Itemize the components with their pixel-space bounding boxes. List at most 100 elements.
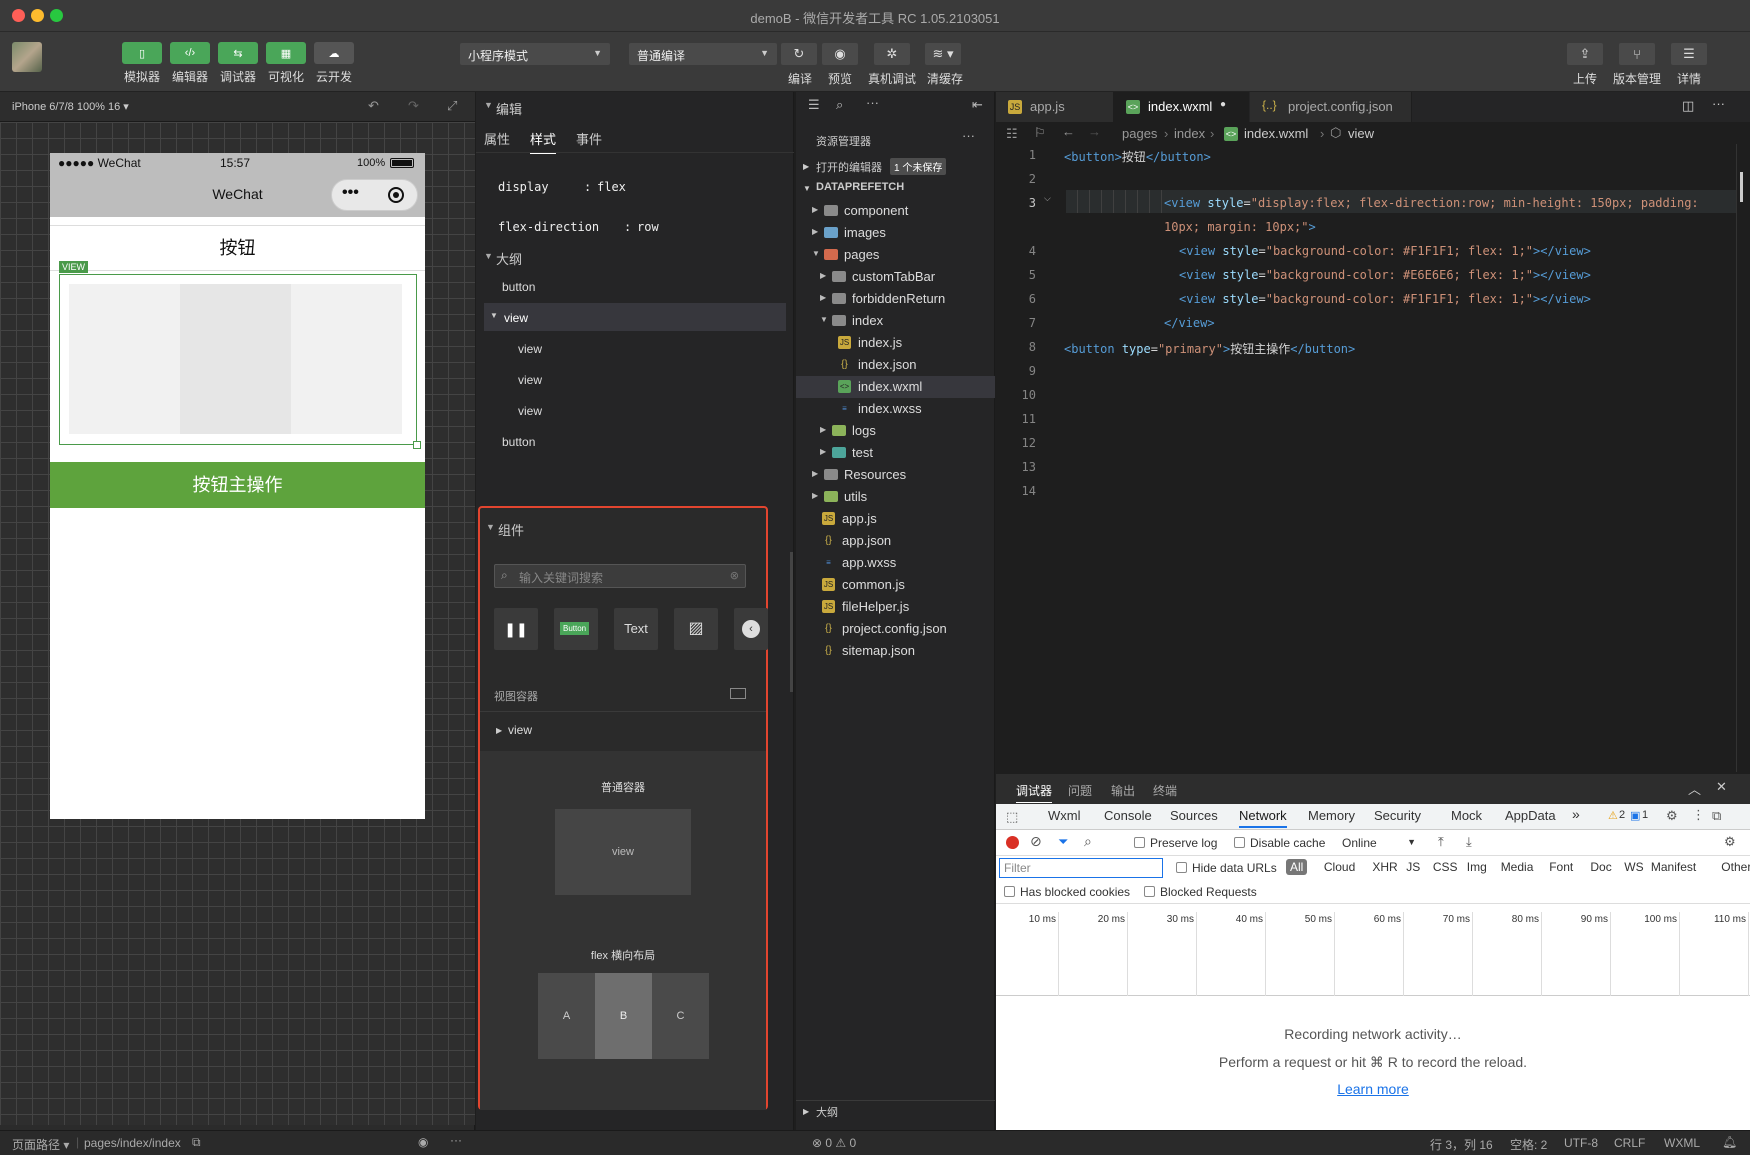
list-icon[interactable]: ☷: [1006, 126, 1018, 142]
outline-node[interactable]: view: [518, 404, 542, 418]
compile-select[interactable]: 普通编译 ▼: [629, 43, 777, 65]
normal-container-card[interactable]: view: [555, 809, 691, 895]
network-timeline[interactable]: 10 ms 20 ms 30 ms 40 ms 50 ms 60 ms 70 ms 80 ms…: [996, 912, 1750, 996]
file-tree-item[interactable]: {} sitemap.json: [796, 640, 995, 662]
more-icon[interactable]: •••: [342, 184, 359, 202]
button-component[interactable]: Button: [554, 608, 598, 650]
mode-select[interactable]: 小程序模式 ▼: [460, 43, 610, 65]
page-path-select[interactable]: 页面路径 ▾: [12, 1136, 69, 1153]
file-tree-item[interactable]: ▶ images: [796, 222, 995, 244]
type-filter-js[interactable]: JS: [1406, 860, 1420, 874]
fit-icon[interactable]: ⤢: [447, 98, 457, 114]
gear-icon[interactable]: ⚙: [1724, 834, 1736, 850]
flex-child-3[interactable]: [291, 284, 402, 434]
bell-icon[interactable]: 🔔︎: [1722, 1135, 1737, 1149]
debugger-button[interactable]: ⇆ 调试器: [218, 42, 258, 88]
copy-icon[interactable]: ⧉: [192, 1135, 201, 1150]
tab-events[interactable]: 事件: [576, 129, 602, 148]
scrollbar[interactable]: [1736, 144, 1750, 772]
selected-view[interactable]: VIEW: [59, 261, 421, 449]
preview-button[interactable]: ◉: [822, 43, 858, 65]
component-search-input[interactable]: ⌕ 输入关键词搜索 ⊗: [494, 564, 746, 588]
search-icon[interactable]: ⌕: [1084, 833, 1092, 850]
file-tree-item[interactable]: ≡ app.wxss: [796, 552, 995, 574]
file-tree-item[interactable]: ▶ test: [796, 442, 995, 464]
tab-debugger[interactable]: 调试器: [1016, 782, 1053, 803]
tab-sources[interactable]: Sources: [1170, 808, 1218, 823]
type-filter-ws[interactable]: WS: [1624, 860, 1643, 874]
tab-index-wxml[interactable]: <> index.wxml ●: [1114, 92, 1250, 122]
flex-child-1[interactable]: [69, 284, 180, 434]
type-filter-cloud[interactable]: Cloud: [1324, 860, 1355, 874]
back-icon[interactable]: ‹: [734, 608, 768, 650]
gear-icon[interactable]: ⚙: [1666, 808, 1678, 824]
more-icon[interactable]: ···: [866, 95, 879, 110]
tab-wxml[interactable]: Wxml: [1048, 808, 1081, 823]
unsaved-dot-icon[interactable]: ●: [1220, 99, 1226, 110]
tab-network[interactable]: Network: [1239, 808, 1287, 828]
simulator-button[interactable]: ▯ 模拟器: [122, 42, 162, 88]
type-filter-xhr[interactable]: XHR: [1372, 860, 1397, 874]
disable-cache-checkbox[interactable]: Disable cache: [1234, 836, 1325, 850]
view-item[interactable]: view: [508, 723, 532, 737]
clear-icon[interactable]: ⊗: [730, 569, 739, 582]
compile-button[interactable]: ↻: [781, 43, 817, 65]
record-icon[interactable]: [1006, 836, 1019, 849]
clear-cache-button[interactable]: ≋ ▾: [925, 43, 961, 65]
type-filter-font[interactable]: Font: [1549, 860, 1573, 874]
file-tree-item[interactable]: {} index.json: [796, 354, 995, 376]
import-icon[interactable]: ⤒: [1438, 834, 1444, 850]
file-tree-item[interactable]: ▼ index: [796, 310, 995, 332]
file-tree-item[interactable]: {} project.config.json: [796, 618, 995, 640]
bookmark-icon[interactable]: ⚐: [1034, 125, 1046, 141]
hide-data-urls-checkbox[interactable]: Hide data URLs: [1176, 861, 1277, 875]
tab-memory[interactable]: Memory: [1308, 808, 1355, 823]
version-button[interactable]: ⑂: [1619, 43, 1655, 65]
tab-console[interactable]: Console: [1104, 808, 1152, 823]
tab-problems[interactable]: 问题: [1068, 782, 1092, 799]
flex-child-2[interactable]: [180, 284, 291, 434]
split-editor-icon[interactable]: ◫: [1682, 98, 1694, 114]
outline-node[interactable]: button: [502, 435, 535, 449]
flex-cell[interactable]: B: [595, 973, 652, 1059]
tab-styles[interactable]: 样式: [530, 129, 557, 154]
more-icon[interactable]: ···: [962, 128, 975, 143]
type-filter-other[interactable]: Other: [1721, 860, 1750, 874]
export-icon[interactable]: ⤓: [1466, 834, 1472, 850]
close-icon[interactable]: ✕: [1716, 779, 1727, 795]
tab-security[interactable]: Security: [1374, 808, 1421, 823]
back-arrow-icon[interactable]: ←: [1062, 124, 1075, 139]
file-tree-item[interactable]: ▶ component: [796, 200, 995, 222]
fold-icon[interactable]: ⌵: [1044, 193, 1051, 204]
file-tree-item[interactable]: ▶ utils: [796, 486, 995, 508]
filter-input[interactable]: Filter: [999, 858, 1163, 878]
image-icon[interactable]: ▨: [674, 608, 718, 650]
file-tree-item[interactable]: JS common.js: [796, 574, 995, 596]
avatar[interactable]: [12, 42, 42, 72]
file-tree-item[interactable]: JS fileHelper.js: [796, 596, 995, 618]
capsule-button[interactable]: •••: [331, 179, 418, 211]
file-tree-item[interactable]: ≡ index.wxss: [796, 398, 995, 420]
primary-button[interactable]: 按钮主操作: [50, 462, 425, 508]
tab-app-js[interactable]: JS app.js: [996, 92, 1114, 122]
tab-attributes[interactable]: 属性: [484, 129, 510, 148]
file-tree-item[interactable]: ▼ pages: [796, 244, 995, 266]
cursor-position[interactable]: 行 3，列 16: [1430, 1136, 1493, 1153]
file-tree-item[interactable]: JS app.js: [796, 508, 995, 530]
scrollbar[interactable]: [790, 552, 793, 692]
outline-node-selected[interactable]: [484, 303, 786, 331]
eol[interactable]: CRLF: [1614, 1136, 1645, 1150]
text-component[interactable]: Text: [614, 608, 658, 650]
file-tree-item[interactable]: {} app.json: [796, 530, 995, 552]
details-button[interactable]: ☰: [1671, 43, 1707, 65]
blocked-cookies-checkbox[interactable]: Has blocked cookies: [1004, 885, 1130, 899]
file-tree-item[interactable]: <> index.wxml: [796, 376, 995, 398]
search-icon[interactable]: ⌕: [836, 97, 843, 113]
collapse-icon[interactable]: [730, 688, 746, 699]
file-tree-item[interactable]: ▶ logs: [796, 420, 995, 442]
tab-project-config[interactable]: {..} project.config.json: [1250, 92, 1412, 122]
maximize-panel-icon[interactable]: ︿: [1688, 779, 1701, 798]
upload-button[interactable]: ⇪: [1567, 43, 1603, 65]
preserve-log-checkbox[interactable]: Preserve log: [1134, 836, 1217, 850]
indent-setting[interactable]: 空格: 2: [1510, 1136, 1547, 1153]
